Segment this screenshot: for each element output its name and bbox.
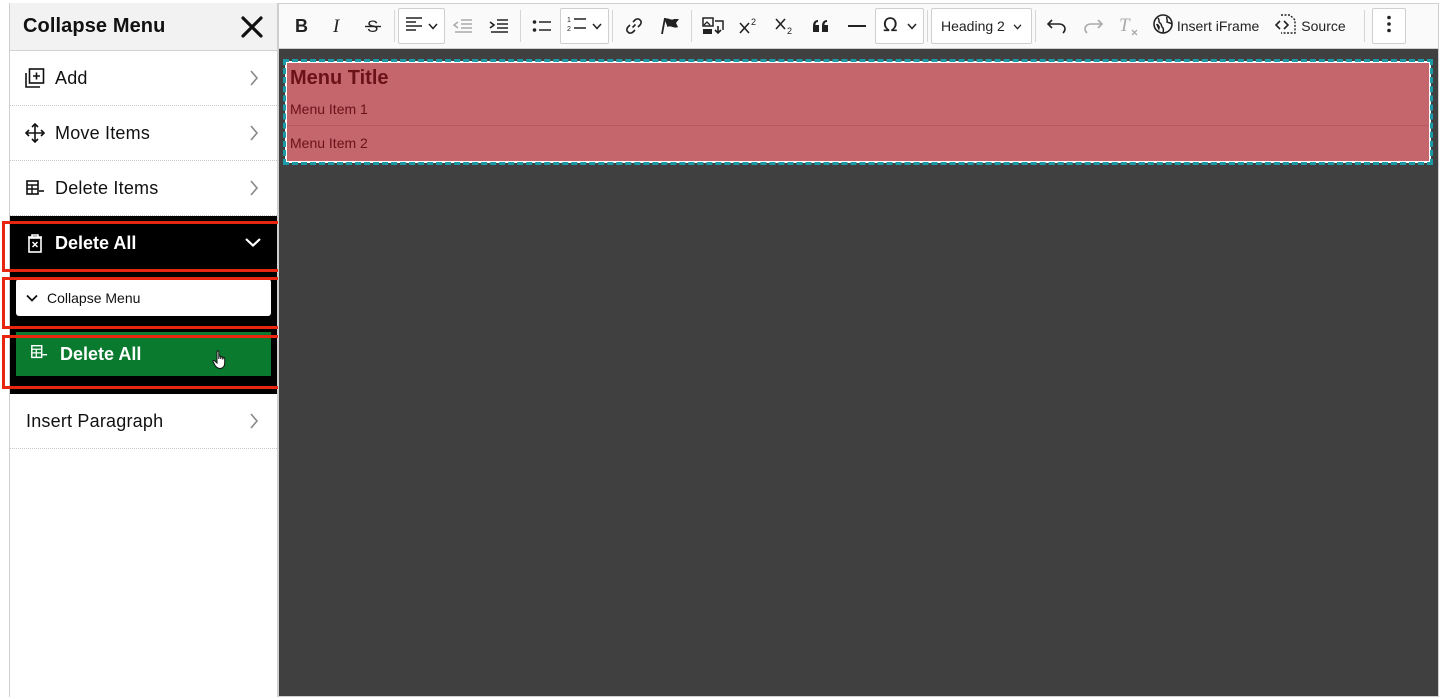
sidebar-item-move-items[interactable]: Move Items [10,106,277,161]
add-box-icon [24,67,46,89]
align-left-icon [405,16,423,37]
superscript-button[interactable]: 2 [731,8,767,44]
trash-icon [24,232,46,254]
sidebar-header: Collapse Menu [10,3,277,51]
sidebar-item-delete-items[interactable]: Delete Items [10,161,277,216]
outdent-button[interactable] [445,8,481,44]
sidebar-item-label: Insert Paragraph [26,410,164,431]
menu-title[interactable]: Menu Title [290,67,389,90]
hand-cursor-icon [212,350,228,370]
svg-text:1: 1 [567,17,571,24]
svg-text:2: 2 [567,26,571,33]
toolbar-separator [612,10,613,42]
toolbar-separator [520,10,521,42]
chevron-right-icon [247,69,261,87]
delete-rows-icon [30,343,48,366]
insert-iframe-label: Insert iFrame [1176,18,1260,34]
delete-all-panel: Delete All Collapse Menu Delete All [10,216,277,394]
chevron-down-icon [1013,17,1022,35]
collapse-menu-button[interactable]: Collapse Menu [16,279,271,316]
more-options-button[interactable] [1371,8,1406,44]
source-code-icon [1275,13,1297,39]
sidebar-panel: Collapse Menu Add Move Items Delete Item… [9,3,278,697]
sidebar-title: Collapse Menu [23,15,166,37]
source-label: Source [1301,18,1346,34]
chevron-down-icon [26,289,38,307]
italic-button[interactable]: I [319,8,355,44]
link-button[interactable] [616,8,652,44]
sidebar-item-label: Delete All [55,232,137,253]
delete-all-button[interactable]: Delete All [16,332,271,376]
svg-text:I: I [332,17,341,35]
svg-text:2: 2 [787,26,792,36]
chevron-down-icon [428,17,438,35]
close-icon[interactable] [239,14,265,40]
toolbar-separator [1034,10,1036,42]
sidebar-item-label: Move Items [55,122,151,143]
move-arrows-icon [24,122,46,144]
media-embed-button[interactable] [695,8,731,44]
blockquote-button[interactable] [803,8,839,44]
sidebar-item-label: Delete Items [55,177,159,198]
bulleted-list-button[interactable] [524,8,560,44]
chevron-right-icon [247,124,261,142]
delete-all-label: Delete All [60,343,142,364]
collapse-menu-block[interactable]: Menu Title Menu Item 1 Menu Item 2 [283,59,1433,165]
toolbar-separator [1363,10,1365,42]
sidebar-item-label: Add [55,67,88,88]
svg-text:Ω: Ω [883,15,898,33]
redo-button[interactable] [1075,8,1111,44]
subscript-button[interactable]: 2 [767,8,803,44]
chevron-down-icon [592,17,602,35]
indent-button[interactable] [481,8,517,44]
svg-text:2: 2 [751,17,756,27]
editor-canvas[interactable]: Menu Title Menu Item 1 Menu Item 2 [279,49,1438,697]
editor-toolbar: B I S 12 2 2 Ω Heading 2 T Insert iFrame… [279,4,1438,49]
panel-footer-spacer [10,376,277,394]
delete-rows-icon [24,177,46,199]
bold-button[interactable]: B [283,8,319,44]
chevron-down-icon [245,234,261,252]
toolbar-separator [394,10,395,42]
strikethrough-button[interactable]: S [355,8,391,44]
undo-button[interactable] [1039,8,1075,44]
omega-icon: Ω [882,14,902,38]
special-characters-dropdown[interactable]: Ω [875,8,924,44]
toolbar-separator [691,10,692,42]
flag-icon[interactable] [652,8,688,44]
menu-item[interactable]: Menu Item 2 [290,135,368,151]
sidebar-item-add[interactable]: Add [10,51,277,106]
insert-iframe-button[interactable]: Insert iFrame [1147,8,1265,44]
numbered-list-dropdown[interactable]: 12 [560,8,609,44]
collapse-menu-label: Collapse Menu [47,289,141,306]
chevron-down-icon [907,17,917,35]
remove-format-button[interactable]: T [1111,8,1147,44]
more-vertical-icon [1386,15,1391,38]
numbered-list-icon: 12 [567,15,587,38]
svg-text:T: T [1119,16,1131,36]
toolbar-separator [927,10,928,42]
horizontal-line-button[interactable] [839,8,875,44]
heading-select-value: Heading 2 [941,18,1005,34]
editor-panel: B I S 12 2 2 Ω Heading 2 T Insert iFrame… [278,3,1439,697]
heading-dropdown[interactable]: Heading 2 [931,8,1032,44]
chevron-right-icon [247,412,261,430]
chevron-right-icon [247,179,261,197]
globe-icon [1153,13,1173,39]
align-dropdown[interactable] [398,8,445,44]
svg-text:B: B [295,17,308,35]
sidebar-item-insert-paragraph[interactable]: Insert Paragraph [10,394,277,449]
menu-item[interactable]: Menu Item 1 [290,101,368,117]
source-button[interactable]: Source [1269,8,1351,44]
sidebar-item-delete-all[interactable]: Delete All [10,216,277,270]
menu-item-divider [287,125,1429,126]
